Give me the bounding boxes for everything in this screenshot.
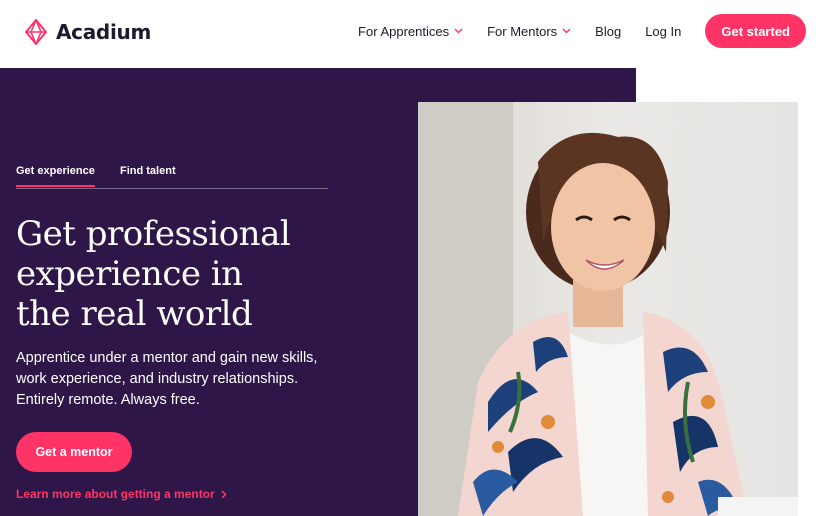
get-a-mentor-button[interactable]: Get a mentor [16, 432, 132, 472]
brand-name: Acadium [56, 20, 151, 44]
hero-subtext-line: work experience, and industry relationsh… [16, 371, 299, 387]
chevron-down-icon [454, 28, 463, 34]
chevron-down-icon [562, 28, 571, 34]
nav-log-in[interactable]: Log In [645, 24, 681, 39]
nav-blog-label: Blog [595, 23, 622, 39]
nav-blog[interactable]: Blog [595, 24, 621, 39]
hero-subtext-line: Entirely remote. Always free. [16, 392, 200, 408]
brand-logo[interactable]: Acadium [24, 19, 151, 45]
nav-for-mentors[interactable]: For Mentors [487, 24, 571, 39]
nav-for-mentors-label: For Mentors [487, 23, 558, 39]
hero-tabs: Get experience Find talent [16, 165, 328, 189]
hero-headline-line: experience in [16, 254, 243, 294]
hero-headline: Get professional experience in the real … [16, 214, 396, 334]
nav-for-apprentices-label: For Apprentices [358, 23, 450, 39]
hero-headline-line: Get professional [16, 214, 291, 254]
site-header: Acadium For Apprentices For Mentors Blog… [0, 0, 830, 68]
hero-subtext: Apprentice under a mentor and gain new s… [16, 348, 376, 411]
chevron-right-icon [221, 489, 227, 499]
acadium-diamond-logo-icon [25, 19, 47, 45]
hero-photo-illustration [418, 102, 798, 516]
main-nav: For Apprentices For Mentors Blog Log In … [358, 14, 806, 48]
hero-headline-line: the real world [16, 294, 253, 334]
nav-for-apprentices[interactable]: For Apprentices [358, 24, 463, 39]
learn-more-link-label: Learn more about getting a mentor [16, 487, 215, 501]
get-started-button[interactable]: Get started [705, 14, 806, 48]
hero-subtext-line: Apprentice under a mentor and gain new s… [16, 350, 318, 366]
hero-photo [418, 102, 798, 516]
nav-log-in-label: Log In [645, 23, 682, 39]
tab-find-talent[interactable]: Find talent [120, 165, 176, 185]
learn-more-link[interactable]: Learn more about getting a mentor [16, 487, 227, 501]
tab-get-experience[interactable]: Get experience [16, 165, 95, 187]
